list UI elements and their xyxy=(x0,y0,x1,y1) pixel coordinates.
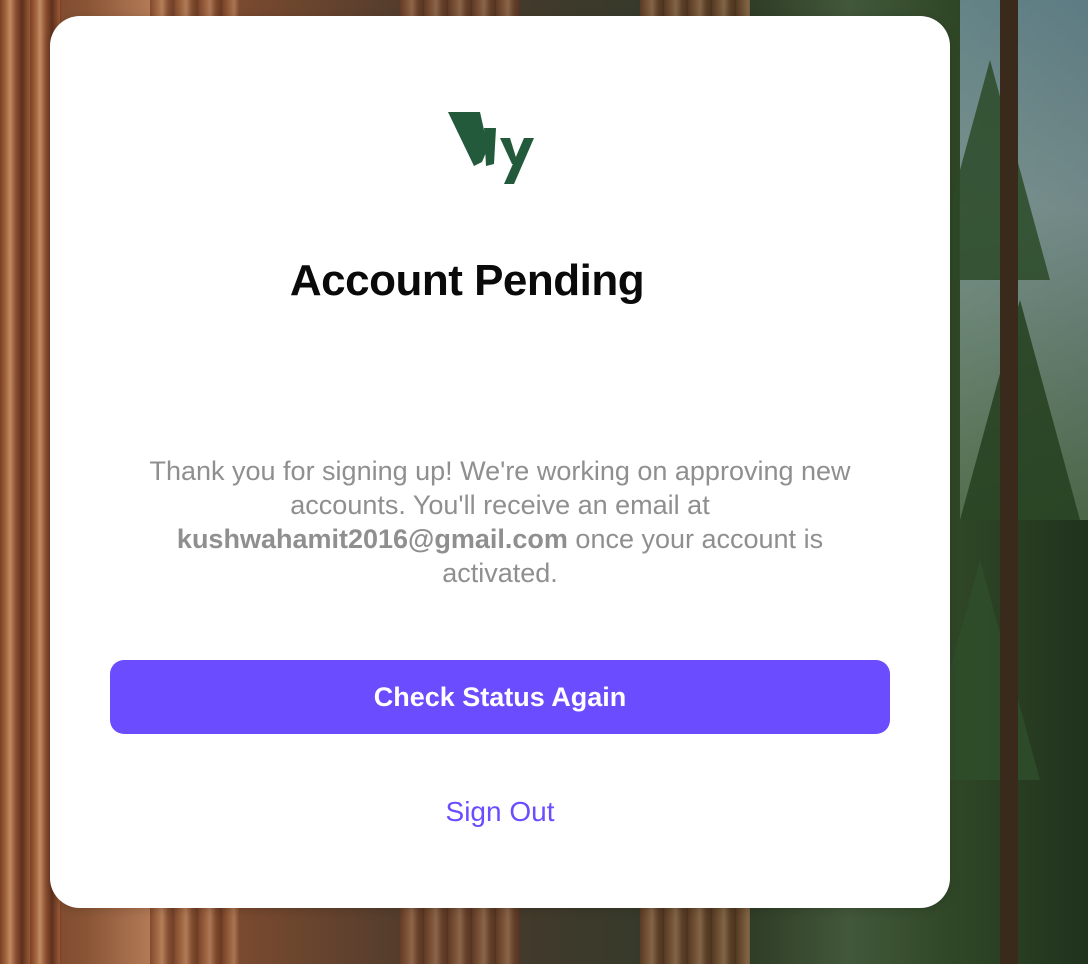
pending-message: Thank you for signing up! We're working … xyxy=(140,454,860,590)
account-pending-card: Account Pending Thank you for signing up… xyxy=(50,16,950,908)
pine-trunk xyxy=(1000,0,1018,964)
check-status-button[interactable]: Check Status Again xyxy=(110,660,890,734)
brand-logo xyxy=(448,108,552,188)
brand-logo-icon xyxy=(448,112,534,184)
page-title: Account Pending xyxy=(289,256,645,305)
pine-tree xyxy=(960,300,1080,520)
sign-out-button[interactable]: Sign Out xyxy=(400,790,600,834)
message-text-part1: Thank you for signing up! We're working … xyxy=(149,456,851,520)
user-email: kushwahamit2016@gmail.com xyxy=(176,524,568,554)
